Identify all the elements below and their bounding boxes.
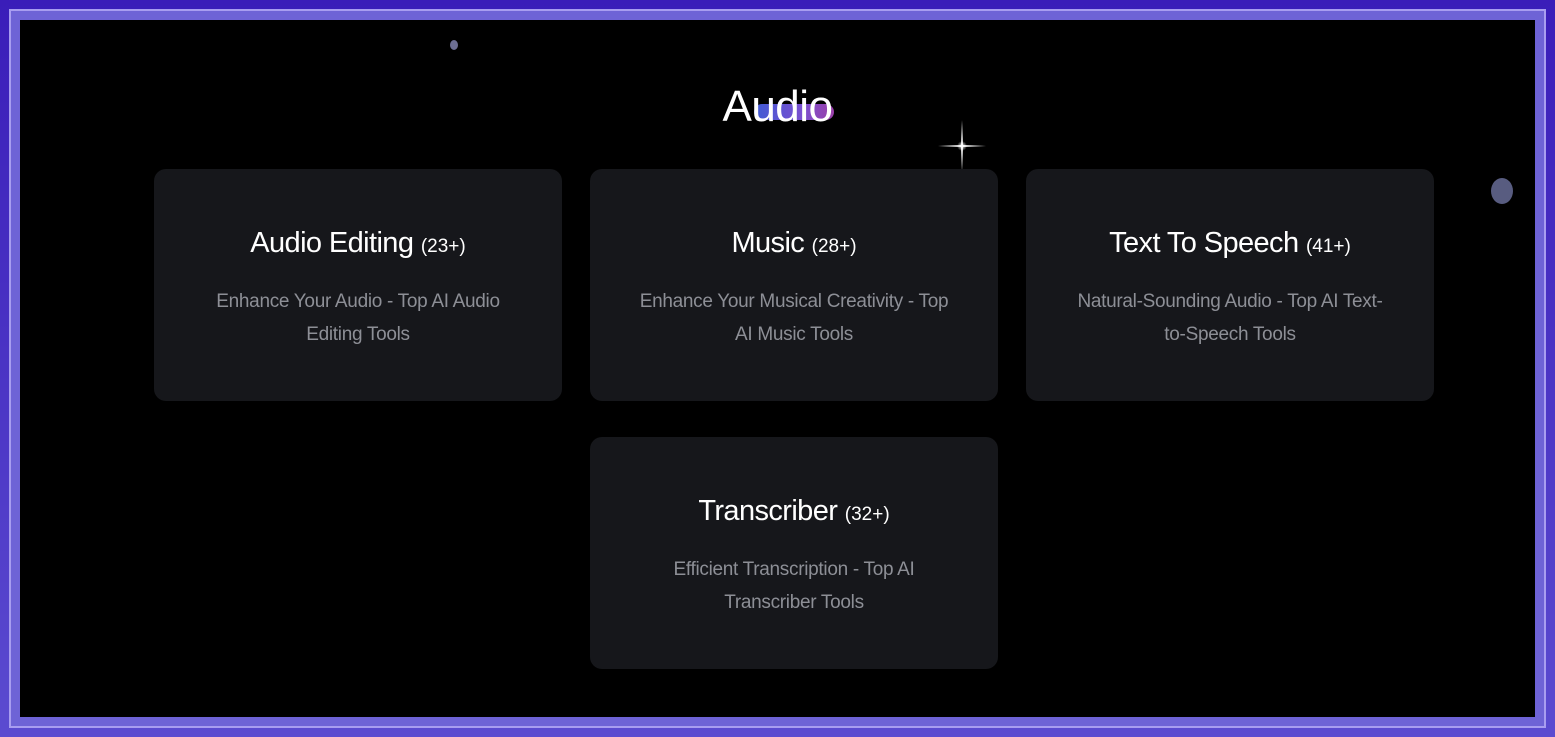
card-title-text: Text To Speech: [1109, 227, 1299, 259]
audio-section: Audio Audio Editing (23+) Enhance Your A…: [20, 20, 1535, 717]
card-count: (23+): [420, 236, 466, 257]
category-card-text-to-speech[interactable]: Text To Speech (41+) Natural-Sounding Au…: [1026, 169, 1434, 401]
card-description: Natural-Sounding Audio - Top AI Text-to-…: [1077, 291, 1383, 345]
page-frame: Audio Audio Editing (23+) Enhance Your A…: [0, 0, 1555, 737]
card-description: Efficient Transcription - Top AI Transcr…: [673, 559, 915, 613]
section-title: Audio: [722, 82, 833, 131]
card-count: (28+): [811, 236, 857, 257]
card-count: (32+): [844, 504, 890, 525]
card-title: Music (28+): [590, 227, 998, 260]
card-count: (41+): [1305, 236, 1351, 257]
decorative-dot: [1491, 178, 1513, 204]
card-title-text: Music: [731, 227, 805, 259]
card-title: Transcriber (32+): [590, 495, 998, 528]
card-title: Audio Editing (23+): [154, 227, 562, 260]
card-title: Text To Speech (41+): [1026, 227, 1434, 260]
card-description: Enhance Your Audio - Top AI Audio Editin…: [216, 291, 500, 345]
category-card-transcriber[interactable]: Transcriber (32+) Efficient Transcriptio…: [590, 437, 998, 669]
category-card-music[interactable]: Music (28+) Enhance Your Musical Creativ…: [590, 169, 998, 401]
decorative-dot: [450, 40, 458, 50]
card-description: Enhance Your Musical Creativity - Top AI…: [639, 291, 949, 345]
card-title-text: Transcriber: [698, 495, 838, 527]
card-title-text: Audio Editing: [250, 227, 414, 259]
category-card-audio-editing[interactable]: Audio Editing (23+) Enhance Your Audio -…: [154, 169, 562, 401]
